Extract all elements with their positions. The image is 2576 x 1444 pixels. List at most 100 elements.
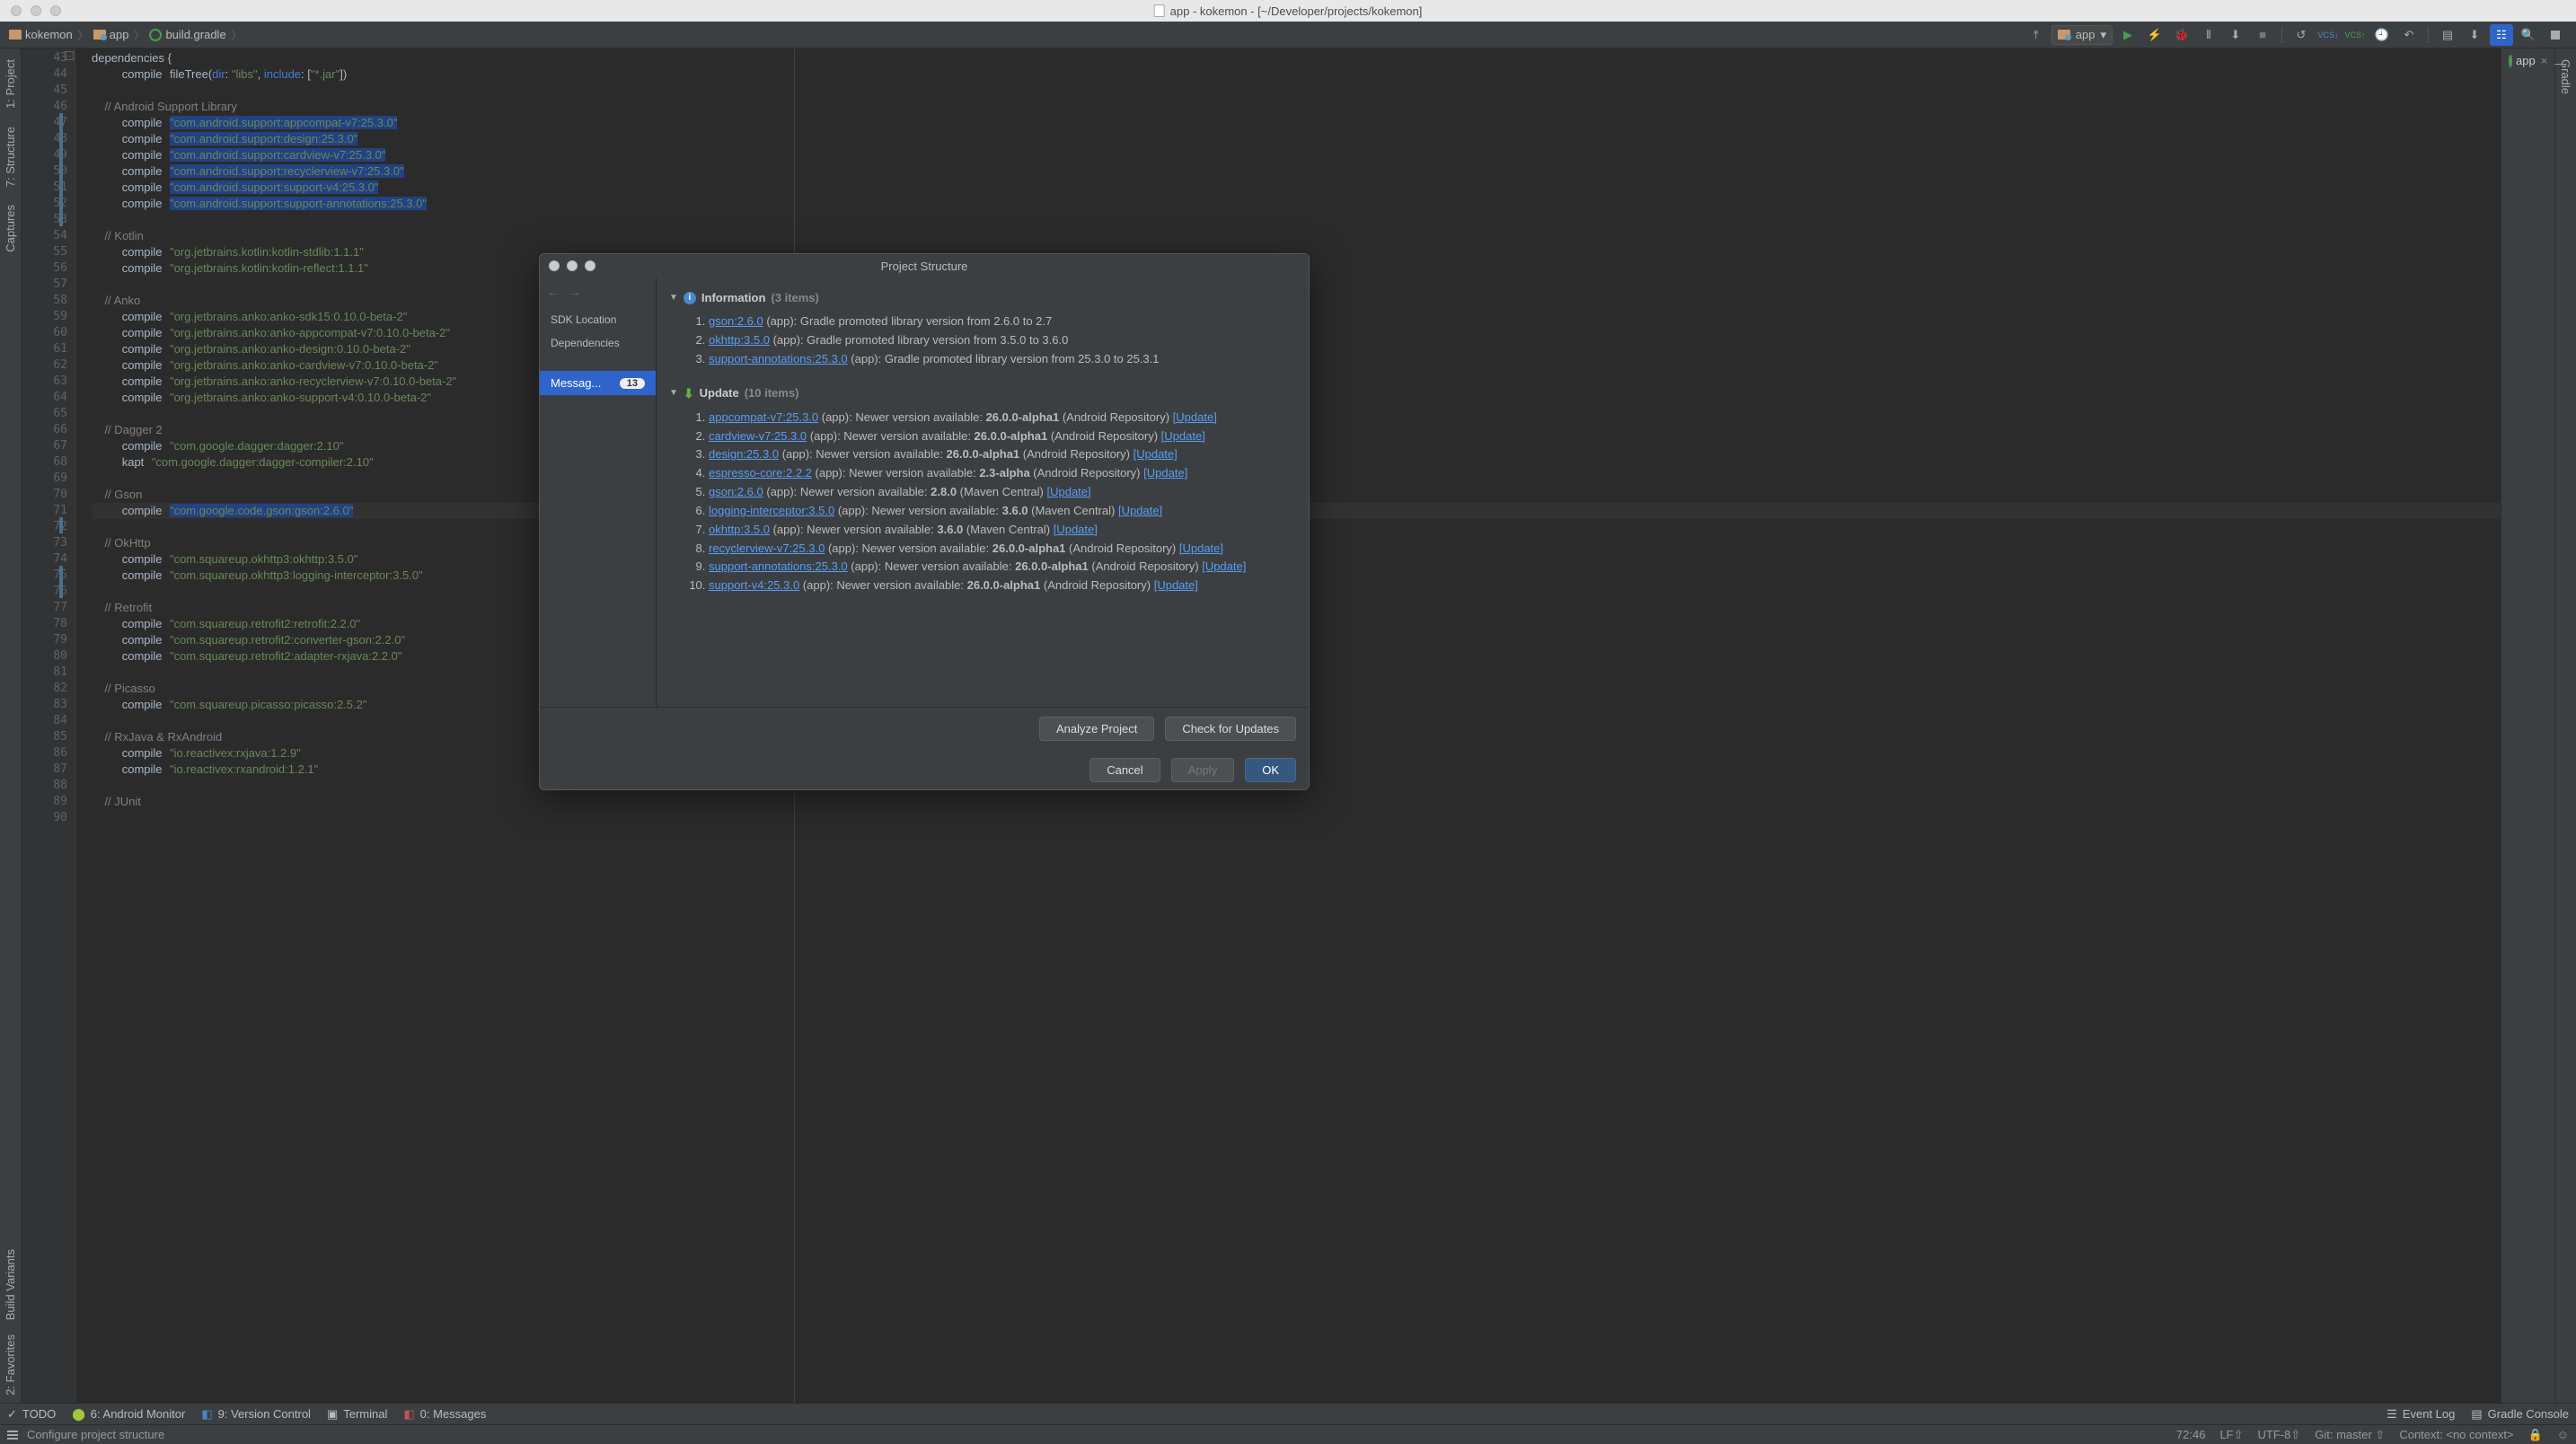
dep-link[interactable]: okhttp:3.5.0 [709,523,770,536]
dep-link[interactable]: recyclerview-v7:25.3.0 [709,542,825,555]
close-icon[interactable]: × [2541,54,2548,67]
tool-event-log[interactable]: ☰Event Log [2386,1407,2455,1422]
menu-icon[interactable] [7,1431,18,1440]
profile-button[interactable]: ⫴ [2197,24,2220,46]
search-button[interactable]: 🔍 [2517,24,2540,46]
update-header[interactable]: ▼ ⬇ Update (10 items) [669,384,1296,402]
tool-todo[interactable]: ✓TODO [7,1407,56,1422]
bc-module[interactable]: app [110,28,129,41]
titlebar: app - kokemon - [~/Developer/projects/ko… [0,0,2576,22]
sidebar-item-deps[interactable]: Dependencies [540,331,656,355]
close-dot[interactable] [11,5,22,16]
update-link[interactable]: [Update] [1202,559,1246,573]
navbar: kokemon 〉 app 〉 build.gradle 〉 ⤒ app ▾ ▶… [0,22,2576,48]
update-link[interactable]: [Update] [1143,466,1187,480]
cancel-button[interactable]: Cancel [1090,758,1160,782]
tool-favorites[interactable]: 2: Favorites [4,1327,17,1403]
update-link[interactable]: [Update] [1054,523,1098,536]
avd-button[interactable]: ▤ [2436,24,2459,46]
dep-link[interactable]: support-annotations:25.3.0 [709,559,848,573]
dlg-close-dot[interactable] [549,260,560,271]
min-dot[interactable] [31,5,41,16]
tool-android-monitor[interactable]: ⬤6: Android Monitor [72,1407,185,1422]
apply-button[interactable]: Apply [1171,758,1235,782]
window-controls[interactable] [0,5,61,16]
gutter[interactable]: 4344454647484950515253545556575859606162… [22,48,75,1403]
context[interactable]: Context: <no context> [2399,1428,2513,1441]
tool-project[interactable]: 1: Project [4,52,17,116]
sync-button[interactable]: ↺ [2289,24,2313,46]
dep-link[interactable]: okhttp:3.5.0 [709,333,770,347]
update-link[interactable]: [Update] [1154,578,1198,592]
dlg-min-dot[interactable] [567,260,578,271]
breadcrumb[interactable]: kokemon 〉 app 〉 build.gradle 〉 [9,28,243,42]
stop-button[interactable]: ■ [2251,24,2274,46]
dep-link[interactable]: design:25.3.0 [709,447,779,461]
dialog-footer: Analyze Project Check for Updates [540,707,1309,750]
info-header[interactable]: ▼ i Information (3 items) [669,290,1296,307]
run-config-selector[interactable]: app ▾ [2051,25,2113,45]
update-link[interactable]: [Update] [1179,542,1223,555]
sidebar-item-messages[interactable]: Messag... 13 [540,371,656,395]
update-link[interactable]: [Update] [1118,504,1162,517]
attach-button[interactable]: ⬇ [2224,24,2247,46]
app-icon [2058,30,2070,40]
tool-terminal[interactable]: ▣Terminal [327,1407,387,1422]
sidebar-item-label: Messag... [551,376,601,390]
check-updates-button[interactable]: Check for Updates [1165,717,1296,741]
tool-captures[interactable]: Captures [4,198,17,260]
lock-icon[interactable]: 🔒 [2528,1428,2543,1442]
update-link[interactable]: [Update] [1173,410,1217,424]
tool-messages[interactable]: ◧0: Messages [403,1407,486,1422]
run-button[interactable]: ▶ [2116,24,2139,46]
debug-button[interactable]: 🐞 [2170,24,2193,46]
dep-link[interactable]: cardview-v7:25.3.0 [709,429,807,443]
dialog-sidebar: ← → SDK Location Dependencies Messag... … [540,277,657,707]
dep-link[interactable]: espresso-core:2.2.2 [709,466,812,480]
sidebar-item-sdk[interactable]: SDK Location [540,308,656,331]
dlg-zoom-dot[interactable] [585,260,595,271]
dep-link[interactable]: logging-interceptor:3.5.0 [709,504,834,517]
gradle-icon [149,29,162,41]
vcs-commit-icon[interactable]: VCS↑ [2343,24,2367,46]
nav-fwd-icon[interactable]: → [569,285,581,299]
tool-structure[interactable]: 7: Structure [4,119,17,194]
disclose-icon[interactable]: ▼ [669,387,678,401]
hector-icon[interactable]: ☺ [2557,1428,2569,1441]
revert-button[interactable]: ↶ [2397,24,2421,46]
tool-gradle-console[interactable]: ▤Gradle Console [2471,1407,2569,1422]
tool-version-control[interactable]: ◧9: Version Control [201,1407,311,1422]
update-link[interactable]: [Update] [1161,429,1205,443]
update-link[interactable]: [Update] [1046,485,1090,498]
dialog-title: Project Structure [881,260,968,273]
structure-button[interactable]: ☷ [2490,24,2513,46]
nav-back-icon[interactable]: ← [547,285,560,299]
dep-link[interactable]: gson:2.6.0 [709,314,763,328]
git-branch[interactable]: Git: master ⇧ [2315,1428,2385,1442]
apply-changes-button[interactable]: ⚡ [2143,24,2166,46]
zoom-dot[interactable] [50,5,61,16]
history-button[interactable]: 🕘 [2370,24,2394,46]
run-config-label: app [2076,28,2095,41]
sdk-button[interactable]: ⬇ [2463,24,2486,46]
tool-build-variants[interactable]: Build Variants [4,1242,17,1327]
dialog-titlebar[interactable]: Project Structure [540,254,1309,277]
gradle-tab[interactable]: app × [2505,52,2551,69]
ok-button[interactable]: OK [1245,758,1296,782]
update-link[interactable]: [Update] [1134,447,1178,461]
disclose-icon[interactable]: ▼ [669,292,678,305]
layout-button[interactable] [2544,24,2567,46]
line-ending[interactable]: LF⇧ [2219,1428,2243,1442]
dep-link[interactable]: support-v4:25.3.0 [709,578,799,592]
dep-link[interactable]: gson:2.6.0 [709,485,763,498]
bc-file[interactable]: build.gradle [165,28,225,41]
analyze-button[interactable]: Analyze Project [1039,717,1154,741]
dep-link[interactable]: appcompat-v7:25.3.0 [709,410,818,424]
hide-icon[interactable]: — [2549,52,2572,74]
make-button[interactable]: ⤒ [2025,24,2048,46]
encoding[interactable]: UTF-8⇧ [2258,1428,2301,1442]
vcs-update-icon[interactable]: VCS↓ [2316,24,2340,46]
dep-link[interactable]: support-annotations:25.3.0 [709,352,848,365]
bc-root[interactable]: kokemon [25,28,73,41]
caret-pos[interactable]: 72:46 [2176,1428,2206,1441]
